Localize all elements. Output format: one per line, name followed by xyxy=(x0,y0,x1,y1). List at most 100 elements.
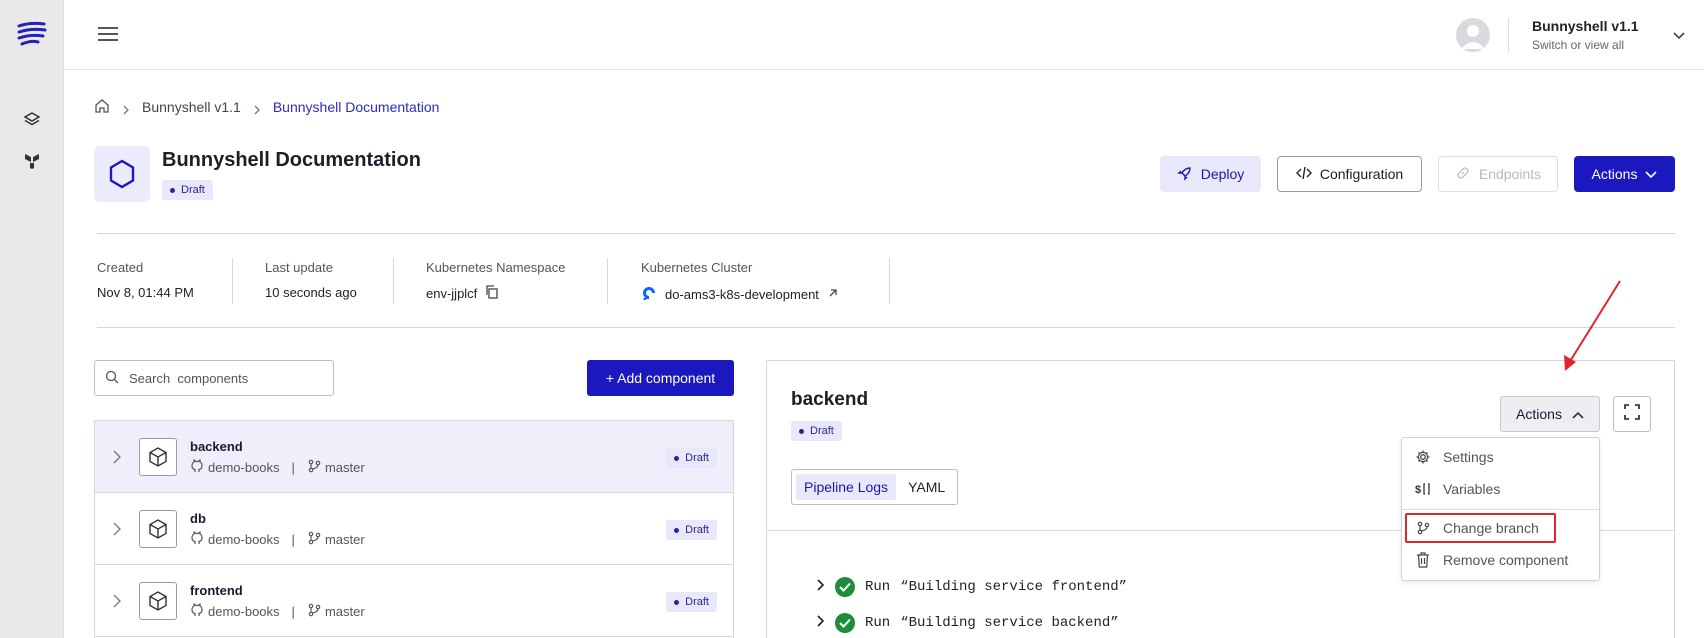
cube-icon xyxy=(139,582,177,620)
hamburger-menu-icon[interactable] xyxy=(96,24,120,44)
chevron-up-icon xyxy=(1572,406,1584,422)
left-rail xyxy=(0,0,64,638)
divider xyxy=(97,327,1675,328)
breadcrumb-project[interactable]: Bunnyshell v1.1 xyxy=(142,99,241,115)
status-badge: Draft xyxy=(162,180,213,200)
meta-updated: Last update 10 seconds ago xyxy=(265,260,357,300)
status-badge: Draft xyxy=(666,592,717,612)
repo-name: demo-books xyxy=(208,604,280,619)
bunnyshell-logo[interactable] xyxy=(16,20,48,48)
svg-text:$: $ xyxy=(1415,484,1421,496)
tab-pipeline-logs[interactable]: Pipeline Logs xyxy=(796,474,897,500)
divider xyxy=(232,258,233,304)
namespace-value: env-jjplcf xyxy=(426,286,478,301)
meta-created: Created Nov 8, 01:44 PM xyxy=(97,260,194,300)
link-icon xyxy=(1455,165,1471,184)
log-keyword: Run xyxy=(865,579,891,595)
detail-tabs: Pipeline Logs YAML xyxy=(791,469,959,505)
branch-name: master xyxy=(324,604,365,619)
variables-icon: $ xyxy=(1415,481,1431,497)
chevron-right-icon xyxy=(253,102,261,115)
environment-actions-button[interactable]: Actions xyxy=(1574,156,1675,192)
status-badge: Draft xyxy=(666,520,717,540)
menu-item-remove-component[interactable]: Remove component xyxy=(1415,548,1587,572)
status-badge: Draft xyxy=(791,421,842,441)
component-list: backend demo-books | master Draft db dem… xyxy=(94,420,734,638)
divider xyxy=(1402,509,1599,510)
branch-name: master xyxy=(324,532,365,547)
search-icon xyxy=(105,370,119,387)
branch-icon xyxy=(307,603,321,620)
branch-icon xyxy=(307,531,321,548)
gear-icon xyxy=(1415,449,1431,465)
chevron-down-icon xyxy=(1645,166,1658,182)
divider xyxy=(97,233,1675,234)
actions-dropdown-menu: Settings $ Variables Change branch Remov… xyxy=(1401,437,1600,581)
breadcrumb-environment[interactable]: Bunnyshell Documentation xyxy=(273,99,440,115)
menu-item-settings[interactable]: Settings xyxy=(1415,445,1587,469)
home-icon[interactable] xyxy=(94,98,110,117)
github-icon xyxy=(190,530,204,548)
tab-yaml[interactable]: YAML xyxy=(900,474,953,500)
fullscreen-button[interactable] xyxy=(1613,396,1651,432)
chevron-right-icon[interactable] xyxy=(113,450,121,464)
divider xyxy=(607,258,608,304)
user-switcher[interactable]: Bunnyshell v1.1 Switch or view all xyxy=(1444,0,1704,70)
component-name: db xyxy=(190,511,206,526)
highlight-box xyxy=(1405,513,1556,543)
deploy-button[interactable]: Deploy xyxy=(1160,156,1261,192)
meta-cluster: Kubernetes Cluster do-ams3-k8s-developme… xyxy=(641,260,839,308)
branch-name: master xyxy=(324,460,365,475)
digitalocean-icon xyxy=(641,285,657,304)
chevron-down-icon[interactable] xyxy=(1672,28,1686,40)
page-title: Bunnyshell Documentation xyxy=(162,149,421,171)
code-icon xyxy=(1295,166,1312,183)
search-input[interactable] xyxy=(129,370,309,386)
log-text: “Building service frontend” xyxy=(900,579,1128,595)
divider xyxy=(1508,18,1509,52)
divider xyxy=(889,258,890,304)
list-item[interactable]: backend demo-books | master Draft xyxy=(95,421,733,493)
component-name: backend xyxy=(190,439,243,454)
endpoints-button[interactable]: Endpoints xyxy=(1438,156,1558,192)
chevron-right-icon[interactable] xyxy=(113,594,121,608)
list-item[interactable]: db demo-books | master Draft xyxy=(95,493,733,565)
log-entry[interactable]: Run “Building service frontend” xyxy=(817,577,1127,597)
repo-name: demo-books xyxy=(208,532,280,547)
branch-icon xyxy=(307,459,321,476)
layers-icon[interactable] xyxy=(22,110,42,130)
component-name: frontend xyxy=(190,583,243,598)
status-badge: Draft xyxy=(666,448,717,468)
top-bar: Bunnyshell v1.1 Switch or view all xyxy=(64,0,1704,70)
avatar[interactable] xyxy=(1456,18,1490,52)
log-entry[interactable]: Run “Building service backend” xyxy=(817,613,1119,633)
chevron-right-icon[interactable] xyxy=(113,522,121,536)
cube-icon xyxy=(139,510,177,548)
fullscreen-icon xyxy=(1623,403,1641,426)
cluster-value[interactable]: do-ams3-k8s-development xyxy=(665,287,819,302)
divider xyxy=(393,258,394,304)
cube-icon xyxy=(139,438,177,476)
success-check-icon xyxy=(835,577,855,597)
external-link-icon[interactable] xyxy=(827,287,839,302)
trash-icon xyxy=(1415,552,1431,568)
log-text: “Building service backend” xyxy=(900,615,1119,631)
breadcrumb: Bunnyshell v1.1 Bunnyshell Documentation xyxy=(94,98,439,116)
chevron-right-icon[interactable] xyxy=(817,614,825,632)
component-actions-button[interactable]: Actions xyxy=(1500,396,1600,432)
add-component-button[interactable]: + Add component xyxy=(587,360,734,396)
list-item[interactable]: frontend demo-books | master Draft xyxy=(95,565,733,637)
chevron-right-icon[interactable] xyxy=(817,578,825,596)
menu-item-variables[interactable]: $ Variables xyxy=(1415,477,1587,501)
component-title: backend xyxy=(791,389,869,410)
success-check-icon xyxy=(835,613,855,633)
github-icon xyxy=(190,602,204,620)
copy-icon[interactable] xyxy=(485,285,499,302)
switch-hint: Switch or view all xyxy=(1532,38,1625,52)
search-components[interactable] xyxy=(94,360,334,396)
log-keyword: Run xyxy=(865,615,891,631)
terraform-icon[interactable] xyxy=(22,150,42,170)
meta-namespace: Kubernetes Namespace env-jjplcf xyxy=(426,260,566,302)
repo-name: demo-books xyxy=(208,460,280,475)
configuration-button[interactable]: Configuration xyxy=(1277,156,1422,192)
